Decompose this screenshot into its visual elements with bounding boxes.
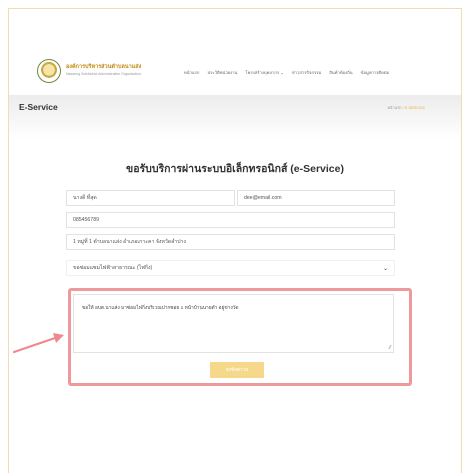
message-textarea[interactable]: ขอให้ อบต.นาแส่ง มาซ่อมไฟกิ่งบริเวณปากซอ… <box>73 294 394 353</box>
address-field[interactable]: 1 หมู่ที่ 1 ตำบลนาแส่ง อำเภอเกาะคา จังหว… <box>66 234 395 250</box>
nav-news[interactable]: ข่าวสารกิจกรรม <box>292 69 322 76</box>
chevron-down-icon: ⌄ <box>382 266 388 272</box>
breadcrumb-home[interactable]: หน้าแรก <box>387 106 401 110</box>
breadcrumb: หน้าแรก / E-SERVICE <box>387 105 425 111</box>
nav-structure[interactable]: โครงสร้างบุคลากร ⌄ <box>245 69 283 76</box>
phone-field[interactable]: 085456789 <box>66 212 395 228</box>
name-field[interactable]: นางดี ที่สุด <box>66 190 235 206</box>
breadcrumb-current: E-SERVICE <box>404 106 425 110</box>
submit-button[interactable]: ส่งข้อความ <box>210 362 264 378</box>
main-nav: หน้าแรก ประวัติหน่วยงาน โครงสร้างบุคลากร… <box>184 69 389 76</box>
resize-handle-icon[interactable]: ⁄⁄ <box>389 345 391 351</box>
address-field-value: 1 หมู่ที่ 1 ตำบลนาแส่ง อำเภอเกาะคา จังหว… <box>73 239 186 245</box>
annotation-arrow-icon <box>12 333 64 354</box>
nav-contact[interactable]: ข้อมูลการติดต่อ <box>361 69 390 76</box>
service-type-select[interactable]: ขอซ่อมแซมไฟฟ้าสาธารณะ (ไฟกิ่ง) ⌄ <box>66 260 395 276</box>
email-field-value: dee@email.com <box>244 195 282 201</box>
nav-history[interactable]: ประวัติหน่วยงาน <box>207 69 237 76</box>
nav-home[interactable]: หน้าแรก <box>184 69 199 76</box>
nav-products[interactable]: สินค้าท้องถิ่น <box>329 69 352 76</box>
email-field[interactable]: dee@email.com <box>237 190 395 206</box>
message-text: ขอให้ อบต.นาแส่ง มาซ่อมไฟกิ่งบริเวณปากซอ… <box>82 306 239 311</box>
service-type-value: ขอซ่อมแซมไฟฟ้าสาธารณะ (ไฟกิ่ง) <box>73 265 153 271</box>
